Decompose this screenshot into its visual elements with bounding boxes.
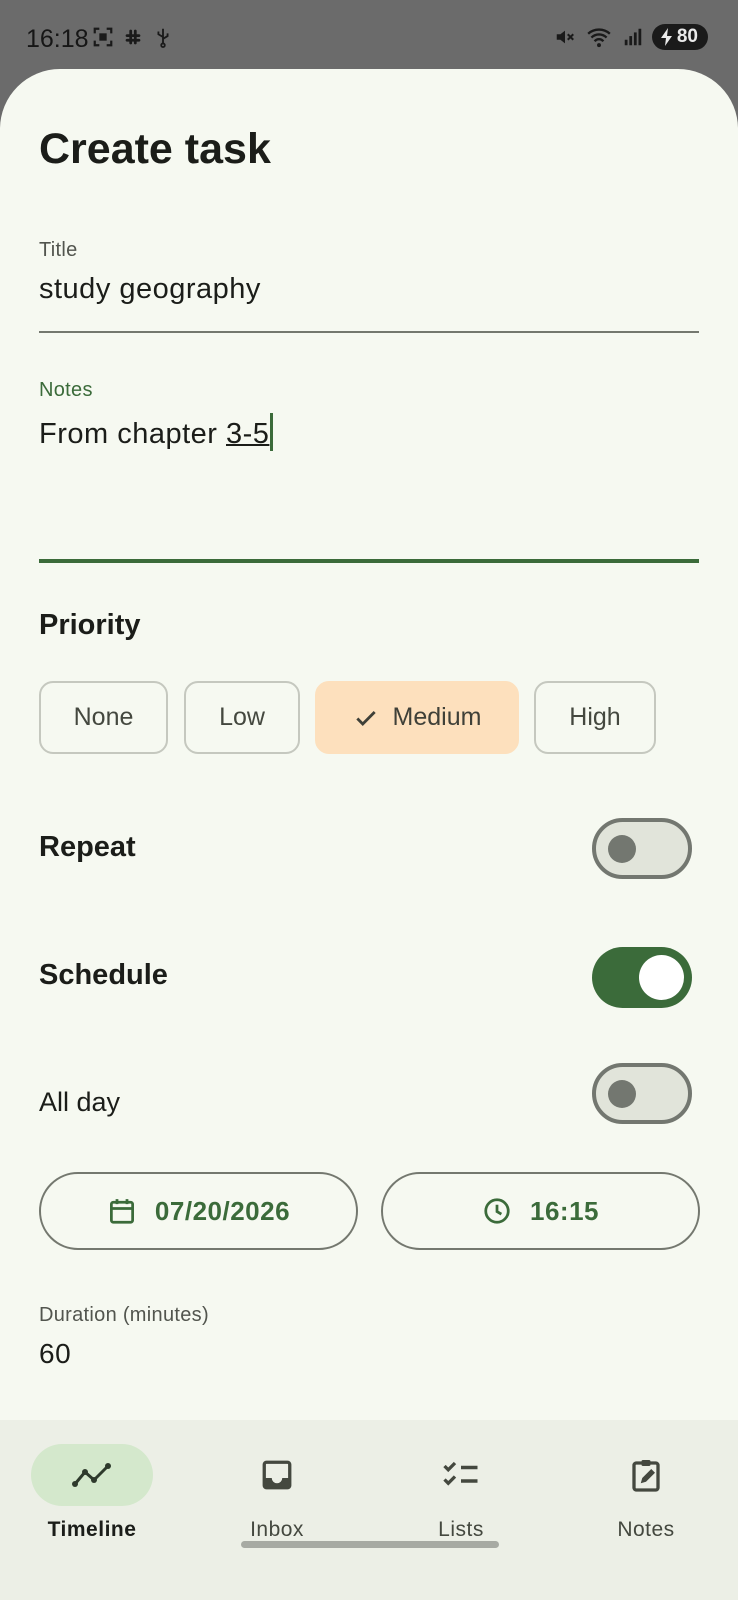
- duration-input[interactable]: 60: [39, 1338, 71, 1370]
- nav-label: Notes: [617, 1518, 675, 1541]
- toggle-knob: [639, 955, 684, 1000]
- calendar-icon: [109, 1199, 134, 1224]
- nav-item-lists[interactable]: Lists: [386, 1444, 536, 1542]
- notes-text: From chapter: [39, 418, 226, 450]
- text-caret: [270, 413, 274, 451]
- title-label: Title: [39, 239, 78, 261]
- signal-icon: [624, 28, 642, 46]
- status-bar: 16:18 80: [0, 0, 738, 80]
- inbox-icon: [262, 1460, 292, 1490]
- notes-text-composing: 3-5: [226, 418, 270, 450]
- notes-input[interactable]: From chapter 3-5: [39, 413, 274, 451]
- nav-icon-wrap: [216, 1444, 338, 1506]
- chip-label: Low: [219, 703, 265, 731]
- page-title: Create task: [39, 125, 271, 173]
- clock-icon: [484, 1198, 510, 1224]
- nav-item-timeline[interactable]: Timeline: [17, 1444, 167, 1542]
- nav-label: Timeline: [47, 1518, 137, 1541]
- toggle-knob: [608, 835, 636, 863]
- nav-label: Lists: [438, 1518, 484, 1541]
- allday-label: All day: [39, 1087, 121, 1117]
- check-icon: [355, 710, 376, 726]
- nav-icon-wrap: [585, 1444, 707, 1506]
- priority-chip-high[interactable]: High: [534, 681, 656, 754]
- chip-label: None: [73, 703, 134, 731]
- screenshot-icon: [93, 27, 113, 47]
- time-picker-button[interactable]: 16:15: [381, 1172, 700, 1250]
- priority-label: Priority: [39, 609, 141, 641]
- nav-item-inbox[interactable]: Inbox: [202, 1444, 352, 1542]
- schedule-label: Schedule: [39, 959, 168, 991]
- create-task-sheet: Create task Title study geography Notes …: [0, 69, 738, 1600]
- status-time: 16:18: [26, 25, 89, 53]
- battery-icon: 80: [651, 24, 708, 50]
- battery-level: 80: [676, 26, 698, 47]
- title-input[interactable]: study geography: [39, 273, 261, 306]
- mute-icon: [556, 30, 574, 44]
- date-value: 07/20/2026: [154, 1195, 291, 1226]
- wifi-icon: [587, 28, 611, 48]
- slack-icon: [125, 29, 141, 45]
- repeat-label: Repeat: [39, 831, 136, 863]
- nav-item-notes[interactable]: Notes: [571, 1444, 721, 1542]
- nav-active-indicator: [31, 1444, 153, 1506]
- note-edit-icon: [632, 1460, 660, 1492]
- status-right-icons: 80: [554, 24, 708, 50]
- time-value: 16:15: [530, 1195, 599, 1226]
- nav-label: Inbox: [250, 1518, 304, 1541]
- priority-chip-medium[interactable]: Medium: [315, 681, 519, 754]
- priority-chip-none[interactable]: None: [39, 681, 168, 754]
- priority-chip-low[interactable]: Low: [184, 681, 300, 754]
- date-picker-button[interactable]: 07/20/2026: [39, 1172, 358, 1250]
- charging-bolt-icon: [660, 28, 672, 46]
- repeat-toggle[interactable]: [592, 818, 692, 879]
- duration-label: Duration (minutes): [39, 1304, 209, 1326]
- notes-underline: [39, 559, 699, 563]
- home-indicator[interactable]: [241, 1541, 499, 1548]
- checklist-icon: [443, 1461, 478, 1486]
- allday-toggle[interactable]: [592, 1063, 692, 1124]
- usb-icon: [157, 28, 169, 48]
- bottom-navigation: Timeline Inbox Lists Notes: [0, 1420, 738, 1600]
- chip-label: Medium: [392, 703, 482, 731]
- timeline-icon: [72, 1463, 111, 1487]
- notes-label: Notes: [39, 379, 93, 401]
- chip-label: High: [569, 703, 621, 731]
- toggle-knob: [608, 1080, 636, 1108]
- nav-icon-wrap: [400, 1444, 522, 1506]
- title-underline: [39, 331, 699, 333]
- status-left-icons: [92, 24, 174, 50]
- schedule-toggle[interactable]: [592, 947, 692, 1008]
